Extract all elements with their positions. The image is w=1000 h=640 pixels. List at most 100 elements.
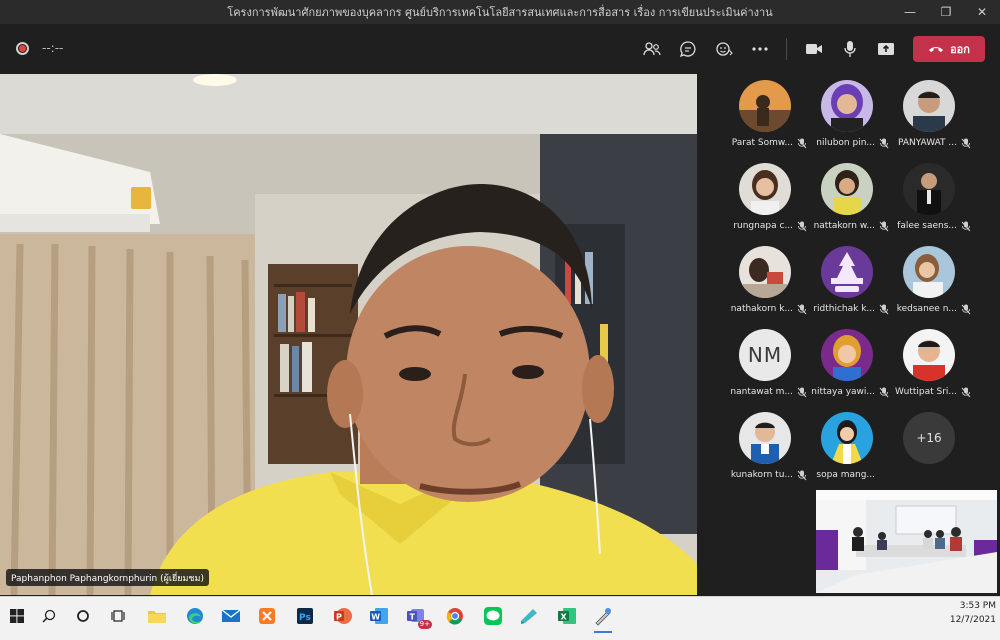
xampp-icon[interactable] xyxy=(250,601,284,631)
windows-start-icon[interactable] xyxy=(0,601,34,631)
participant-tile[interactable]: sopa mang... xyxy=(803,406,893,486)
participant-avatar xyxy=(739,412,791,464)
participant-name: sopa mang... xyxy=(816,470,875,480)
leave-button[interactable]: ออก xyxy=(913,36,985,62)
close-button[interactable]: ✕ xyxy=(964,0,1000,24)
participant-tile[interactable]: Parat Somw... xyxy=(721,74,811,154)
participant-tile[interactable]: kunakorn tu... xyxy=(721,406,811,486)
minimize-button[interactable]: — xyxy=(892,0,928,24)
meeting-room-feed xyxy=(816,490,997,593)
participant-name: kedsanee n... xyxy=(896,304,957,314)
participant-name: ridthichak k... xyxy=(813,304,875,314)
mic-muted-icon xyxy=(961,221,971,232)
participant-avatar xyxy=(739,80,791,132)
teams-notification-badge: 9+ xyxy=(417,620,432,629)
participant-name: PANYAWAT ... xyxy=(897,138,957,148)
excel-icon[interactable]: X xyxy=(550,601,584,631)
mic-icon[interactable] xyxy=(838,37,862,61)
participant-tile[interactable]: Wuttipat Sri... xyxy=(885,323,975,403)
system-clock[interactable]: 3:53 PM 12/7/2021 xyxy=(948,599,996,627)
mail-icon[interactable] xyxy=(214,601,248,631)
participant-avatar xyxy=(821,163,873,215)
mic-muted-icon xyxy=(961,304,971,315)
participant-avatar xyxy=(903,163,955,215)
meeting-timer: --:-- xyxy=(42,41,64,55)
recording-indicator-icon xyxy=(16,42,29,55)
participant-name: nantawat m... xyxy=(730,387,793,397)
main-video-stage xyxy=(0,74,697,595)
search-icon[interactable] xyxy=(32,601,66,631)
window-titlebar: โครงการพัฒนาศักยภาพของบุคลากร ศูนย์บริกา… xyxy=(0,0,1000,24)
svg-text:W: W xyxy=(371,613,380,622)
share-icon[interactable] xyxy=(874,37,898,61)
edge-icon[interactable] xyxy=(178,601,212,631)
speaker-video-feed xyxy=(0,74,697,595)
participant-name: nattakorn w... xyxy=(813,221,875,231)
participants-icon[interactable] xyxy=(640,37,664,61)
participant-avatar xyxy=(903,329,955,381)
svg-text:P: P xyxy=(336,613,342,622)
participant-name: falee saens... xyxy=(897,221,957,231)
participant-tile[interactable]: nathakorn k... xyxy=(721,240,811,320)
clock-time: 3:53 PM xyxy=(959,601,996,611)
participant-avatar xyxy=(821,412,873,464)
svg-text:T: T xyxy=(410,613,416,622)
participant-name: Wuttipat Sri... xyxy=(895,387,957,397)
participant-tile[interactable]: PANYAWAT ... xyxy=(885,74,975,154)
paint-icon[interactable] xyxy=(586,601,620,633)
participant-name: kunakorn tu... xyxy=(730,470,793,480)
chat-icon[interactable] xyxy=(676,37,700,61)
toolbar-divider xyxy=(786,38,787,60)
participant-tile[interactable]: falee saens... xyxy=(885,157,975,237)
camera-icon[interactable] xyxy=(802,37,826,61)
mic-muted-icon xyxy=(961,387,971,398)
participant-tile[interactable]: ridthichak k... xyxy=(803,240,893,320)
reactions-icon[interactable] xyxy=(712,37,736,61)
participant-avatar xyxy=(821,80,873,132)
window-controls: — ❐ ✕ xyxy=(892,0,1000,24)
leave-button-label: ออก xyxy=(950,43,970,56)
speaker-name-tag: Paphanphon Paphangkornphurin (ผู้เยี่ยมช… xyxy=(6,569,209,586)
participant-avatar xyxy=(739,163,791,215)
participant-name: nittaya yawi... xyxy=(811,387,875,397)
line-icon[interactable] xyxy=(476,601,510,631)
window-title: โครงการพัฒนาศักยภาพของบุคลากร ศูนย์บริกา… xyxy=(227,6,773,19)
photoshop-icon[interactable]: Ps xyxy=(288,601,322,631)
cortana-icon[interactable] xyxy=(66,601,100,631)
participant-name: nilubon pin... xyxy=(816,138,875,148)
svg-text:Ps: Ps xyxy=(299,613,311,623)
participant-tile[interactable]: kedsanee n... xyxy=(885,240,975,320)
file-explorer-icon[interactable] xyxy=(140,601,174,631)
powerpoint-icon[interactable]: P xyxy=(326,601,360,631)
participant-avatar xyxy=(739,246,791,298)
participant-name: rungnapa c... xyxy=(733,221,793,231)
participant-tile[interactable]: NM nantawat m... xyxy=(721,323,811,403)
word-icon[interactable]: W xyxy=(362,601,396,631)
self-view-video[interactable] xyxy=(816,490,997,593)
mic-muted-icon xyxy=(961,138,971,149)
teams-icon[interactable]: T 9+ xyxy=(400,601,434,631)
task-view-icon[interactable] xyxy=(102,601,136,631)
more-participants-count[interactable]: +16 xyxy=(903,412,955,464)
participant-tile[interactable]: nittaya yawi... xyxy=(803,323,893,403)
participant-name: nathakorn k... xyxy=(730,304,793,314)
meeting-toolbar: --:-- ออก xyxy=(0,24,1000,74)
participant-avatar xyxy=(821,246,873,298)
more-icon[interactable] xyxy=(748,37,772,61)
clock-date: 12/7/2021 xyxy=(949,615,996,625)
participant-avatar xyxy=(903,246,955,298)
chrome-icon[interactable] xyxy=(438,601,472,631)
sticky-notes-icon[interactable] xyxy=(512,601,546,631)
participant-avatar xyxy=(903,80,955,132)
participant-name: Parat Somw... xyxy=(731,138,793,148)
maximize-button[interactable]: ❐ xyxy=(928,0,964,24)
participant-tile[interactable]: nilubon pin... xyxy=(803,74,893,154)
participant-avatar xyxy=(821,329,873,381)
participant-initials-avatar: NM xyxy=(739,329,791,381)
svg-text:X: X xyxy=(561,613,568,622)
phone-hangup-icon xyxy=(929,47,944,52)
participant-tile[interactable]: nattakorn w... xyxy=(803,157,893,237)
windows-taskbar: Ps P W T 9+ X 3:53 PM 12/7/2021 xyxy=(0,596,1000,640)
more-participants-tile[interactable]: +16 xyxy=(885,406,975,486)
participant-tile[interactable]: rungnapa c... xyxy=(721,157,811,237)
